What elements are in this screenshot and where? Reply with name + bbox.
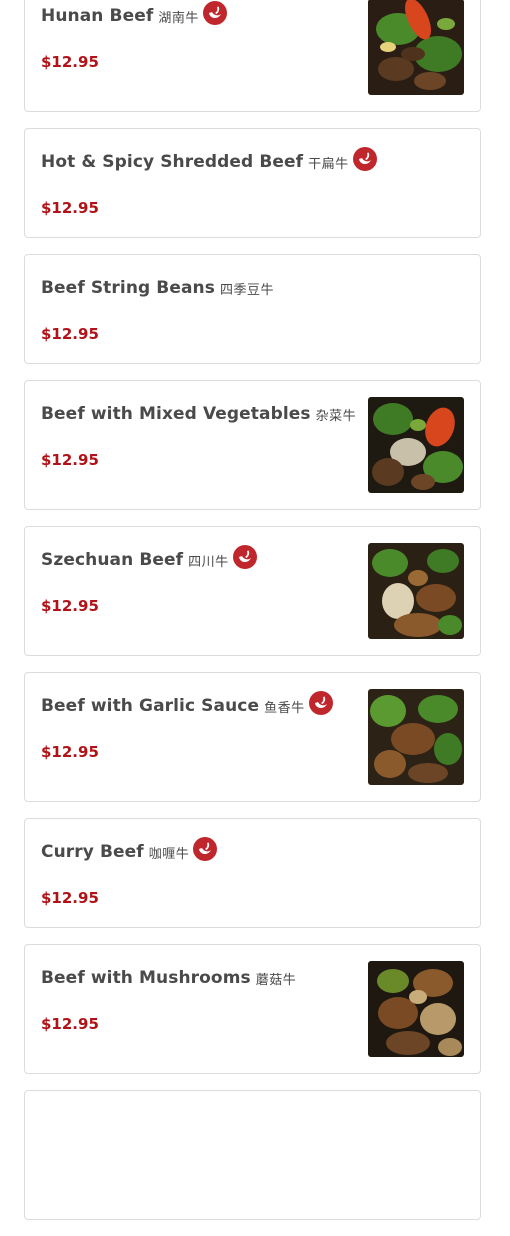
menu-item-card[interactable] [24, 1090, 481, 1220]
menu-item-card[interactable]: Hunan Beef 湖南牛 $12.95 [24, 0, 481, 112]
menu-item-card[interactable]: Beef with Mixed Vegetables 杂菜牛 $12.95 [24, 380, 481, 510]
menu-item-name: Szechuan Beef [41, 550, 184, 570]
menu-item-price: $12.95 [41, 325, 99, 343]
beef-mushroom-photo [368, 961, 464, 1057]
menu-item-name-row: Hunan Beef 湖南牛 [41, 1, 360, 26]
menu-item-name: Beef with Mixed Vegetables [41, 404, 311, 424]
menu-item-name-row: Beef with Mixed Vegetables 杂菜牛 [41, 404, 360, 424]
menu-item-chinese-name: 四季豆牛 [219, 282, 274, 298]
menu-item-card[interactable]: Beef String Beans 四季豆牛 $12.95 [24, 254, 481, 364]
beef-broccoli-photo [368, 689, 464, 785]
menu-item-name: Beef with Garlic Sauce [41, 696, 260, 716]
menu-item-name-row: Beef with Garlic Sauce 鱼香牛 [41, 691, 360, 716]
menu-item-chinese-name: 咖喱牛 [148, 846, 190, 862]
menu-item-price: $12.95 [41, 597, 99, 615]
spicy-pepper-icon [202, 1, 227, 25]
beef-broccoli-photo [368, 543, 464, 639]
beef-vegetables-photo [368, 397, 464, 493]
menu-item-chinese-name: 蘑菇牛 [255, 972, 297, 988]
menu-item-chinese-name: 鱼香牛 [264, 700, 305, 716]
menu-item-name: Beef with Mushrooms [41, 968, 251, 988]
menu-item-list: Hunan Beef 湖南牛 $12.95 Hot & Spicy Shredd… [24, 0, 481, 1236]
menu-item-card[interactable]: Curry Beef 咖喱牛 $12.95 [24, 818, 481, 928]
spicy-pepper-icon [232, 545, 257, 569]
spicy-pepper-icon [308, 691, 333, 715]
menu-item-name: Beef String Beans [41, 278, 215, 298]
menu-item-price: $12.95 [41, 451, 99, 469]
menu-item-name-row: Curry Beef 咖喱牛 [41, 837, 464, 862]
menu-item-name: Curry Beef [41, 842, 144, 862]
menu-item-chinese-name: 杂菜牛 [315, 408, 357, 424]
menu-item-price: $12.95 [41, 743, 99, 761]
menu-item-name-row: Beef String Beans 四季豆牛 [41, 278, 464, 298]
menu-item-card[interactable]: Szechuan Beef 四川牛 $12.95 [24, 526, 481, 656]
menu-item-chinese-name: 湖南牛 [158, 10, 199, 26]
menu-item-name: Hunan Beef [41, 6, 154, 26]
menu-item-name: Hot & Spicy Shredded Beef [41, 152, 304, 172]
menu-item-price: $12.95 [41, 199, 99, 217]
menu-item-name-row: Hot & Spicy Shredded Beef 干扁牛 [41, 147, 464, 172]
beef-vegetables-photo [368, 0, 464, 95]
menu-item-card[interactable]: Hot & Spicy Shredded Beef 干扁牛 $12.95 [24, 128, 481, 238]
menu-item-card[interactable]: Beef with Garlic Sauce 鱼香牛 $12.95 [24, 672, 481, 802]
menu-item-chinese-name: 四川牛 [188, 554, 229, 570]
menu-item-price: $12.95 [41, 889, 99, 907]
menu-item-price: $12.95 [41, 53, 99, 71]
menu-item-price: $12.95 [41, 1015, 99, 1033]
menu-item-name-row: Beef with Mushrooms 蘑菇牛 [41, 968, 360, 988]
menu-item-chinese-name: 干扁牛 [308, 156, 349, 172]
spicy-pepper-icon [193, 837, 218, 861]
menu-item-name-row: Szechuan Beef 四川牛 [41, 545, 360, 570]
menu-item-card[interactable]: Beef with Mushrooms 蘑菇牛 $12.95 [24, 944, 481, 1074]
spicy-pepper-icon [352, 147, 377, 171]
